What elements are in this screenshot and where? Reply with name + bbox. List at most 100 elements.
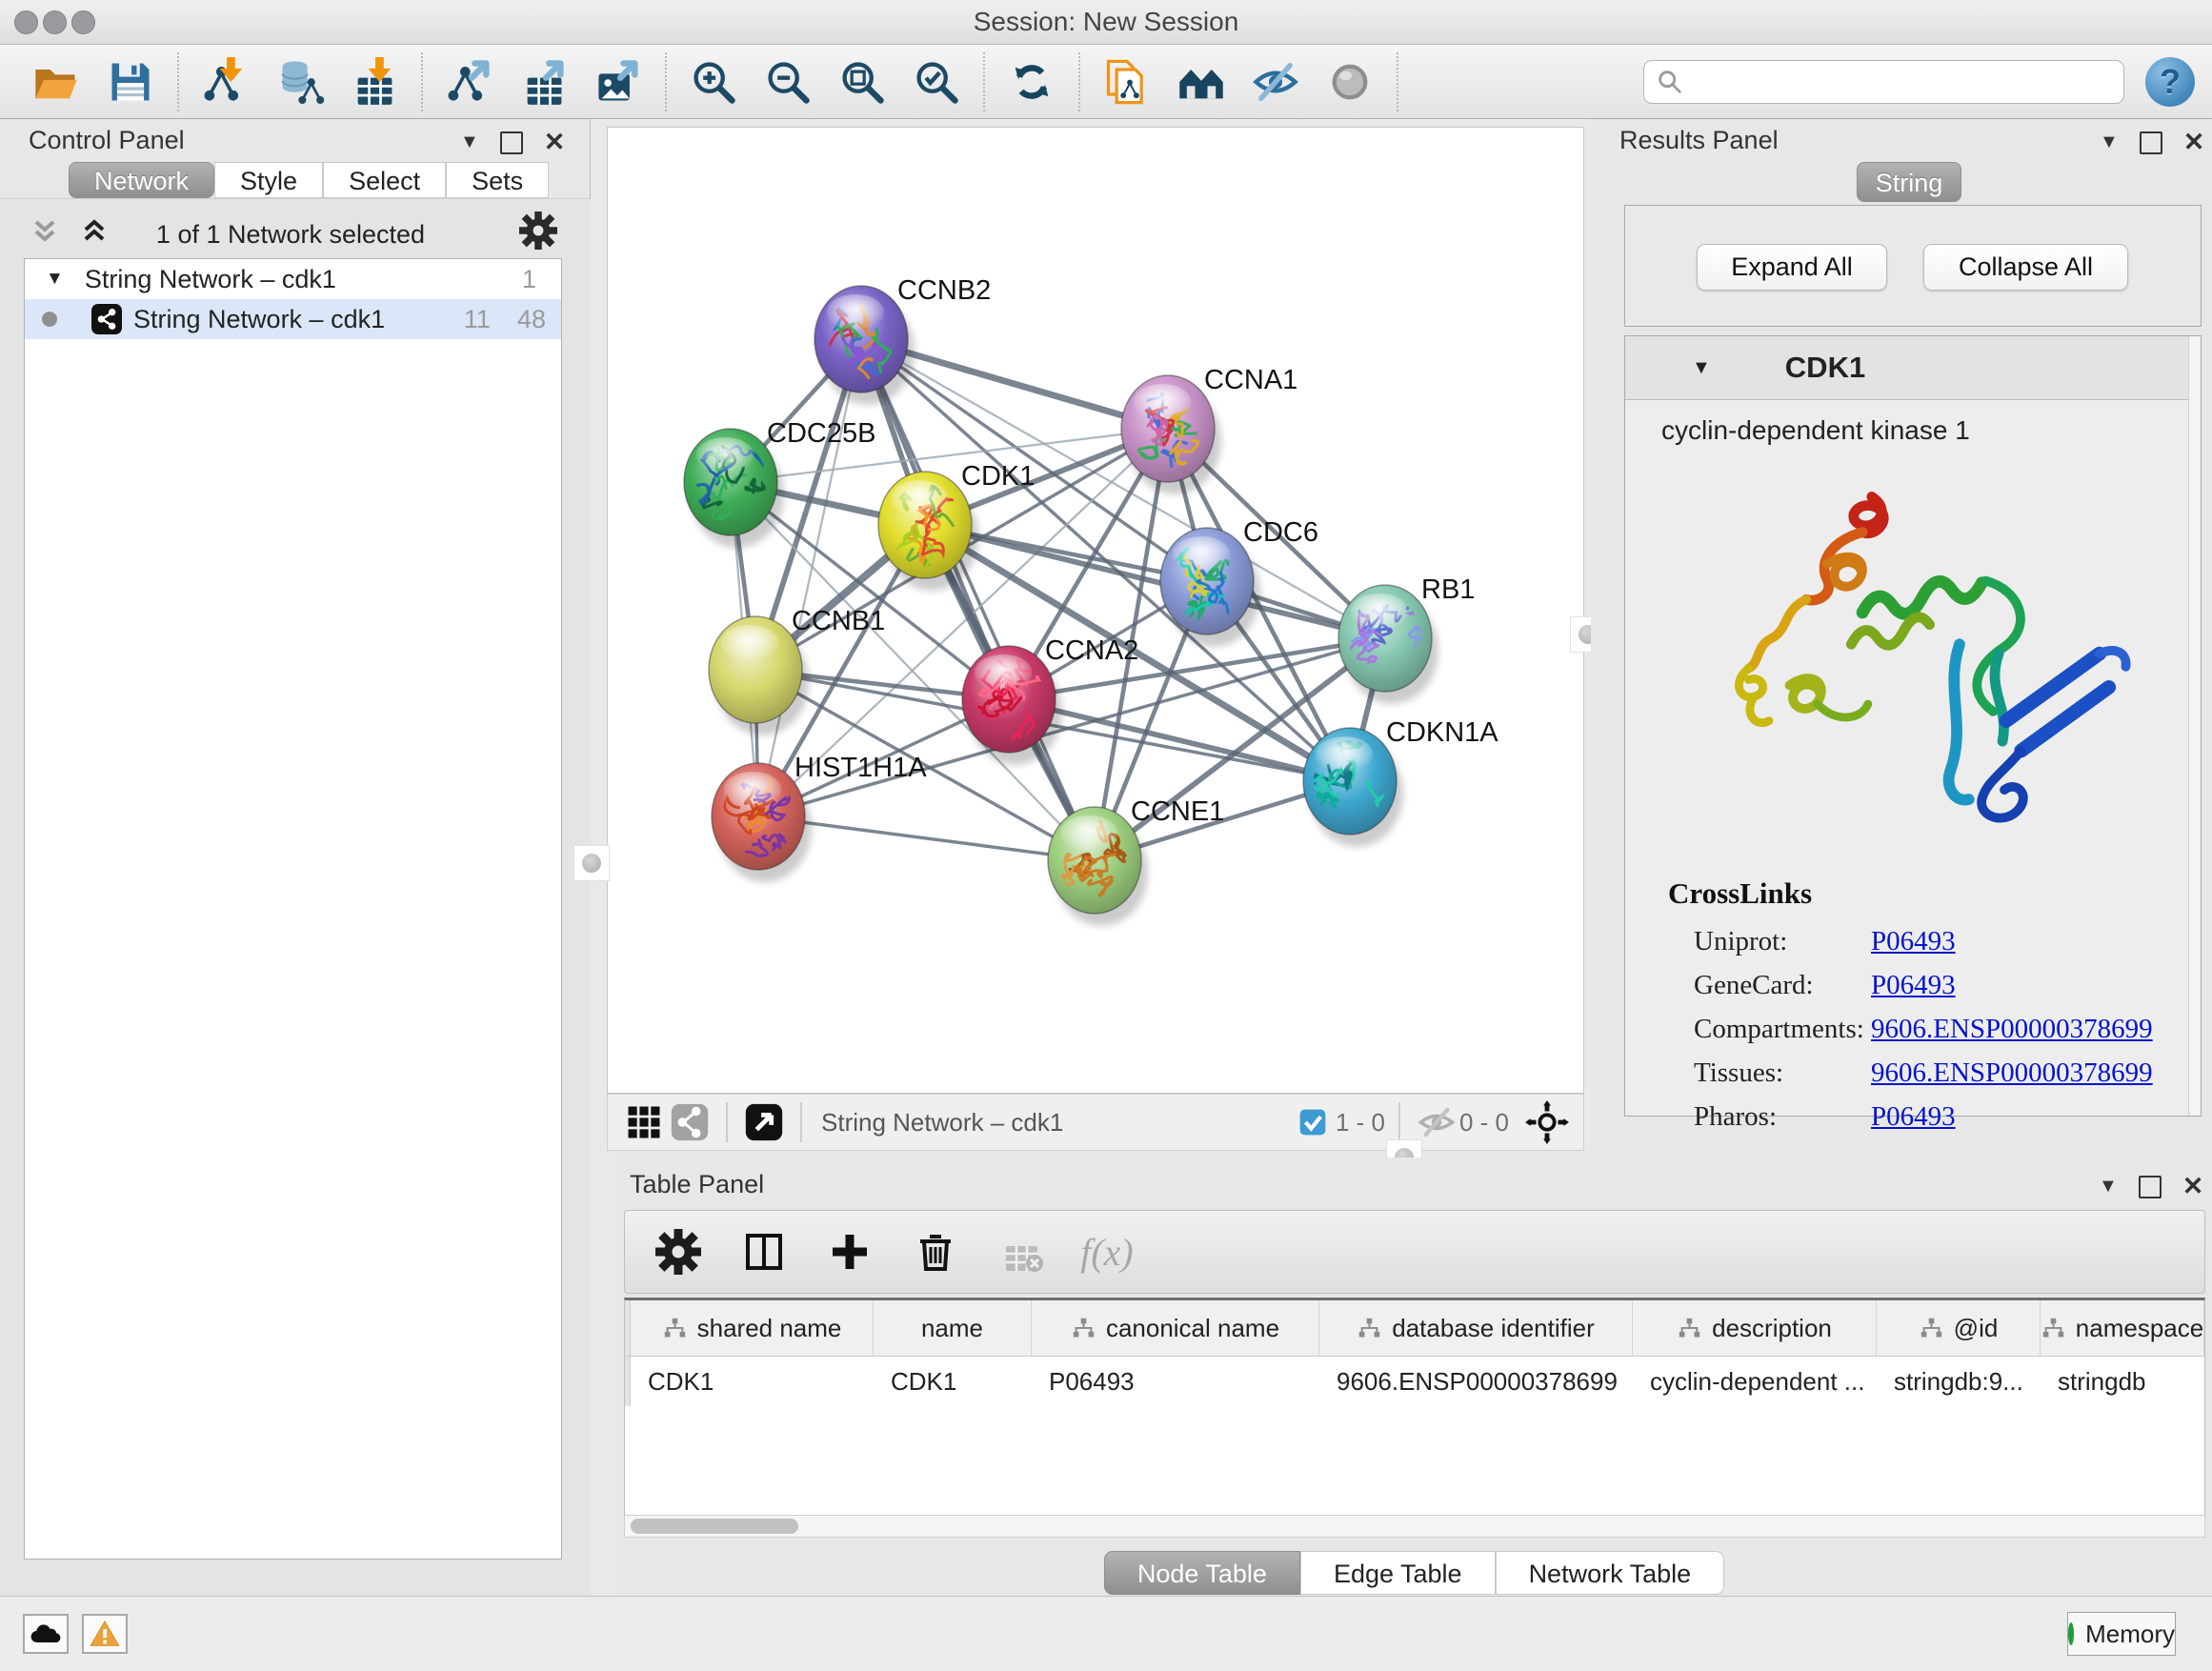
protein-accordion-header[interactable]: ▼ CDK1 <box>1625 336 2189 400</box>
crosslink-value-link[interactable]: P06493 <box>1871 926 1956 957</box>
tab-sets[interactable]: Sets <box>446 162 549 198</box>
table-cell[interactable]: stringdb:9... <box>1877 1367 2041 1397</box>
warning-status-button[interactable] <box>82 1614 128 1654</box>
import-network-from-database-button[interactable] <box>272 54 328 110</box>
table-hscroll-thumb[interactable] <box>631 1519 798 1534</box>
new-network-from-selection-button[interactable] <box>1099 54 1155 110</box>
export-network-button[interactable] <box>442 54 497 110</box>
zoom-in-button[interactable] <box>686 54 741 110</box>
results-panel: Results Panel ▼ ✕ String Expand All Coll… <box>1591 119 2212 1151</box>
float-panel-icon[interactable] <box>2139 1176 2162 1198</box>
expand-all-button[interactable]: Expand All <box>1697 244 1887 291</box>
crosslink-value-link[interactable]: 9606.ENSP00000378699 <box>1871 1014 2153 1045</box>
selected-items-checkbox-icon[interactable] <box>1290 1099 1336 1145</box>
network-overview-icon[interactable] <box>667 1099 713 1145</box>
hide-selection-button[interactable] <box>1248 54 1303 110</box>
table-row[interactable]: CDK1CDK1P064939606.ENSP00000378699cyclin… <box>625 1357 2204 1406</box>
results-scrollbar[interactable] <box>2188 336 2201 1116</box>
tab-node-table[interactable]: Node Table <box>1104 1551 1300 1595</box>
tab-select[interactable]: Select <box>323 162 446 198</box>
zoom-selected-button[interactable] <box>909 54 964 110</box>
export-table-button[interactable] <box>516 54 572 110</box>
collapse-panel-icon[interactable]: ▼ <box>460 131 479 153</box>
column-header-canonical-name[interactable]: canonical name <box>1032 1300 1319 1356</box>
close-panel-icon[interactable]: ✕ <box>2182 1172 2204 1201</box>
expand-all-networks-icon[interactable] <box>29 214 61 247</box>
close-panel-icon[interactable]: ✕ <box>544 128 566 157</box>
table-cell[interactable]: CDK1 <box>631 1367 874 1397</box>
collapse-all-button[interactable]: Collapse All <box>1923 244 2128 291</box>
tab-network-table[interactable]: Network Table <box>1496 1551 1725 1595</box>
node-CCNA1[interactable]: CCNA1 <box>1121 365 1297 494</box>
column-header-shared-name[interactable]: shared name <box>631 1300 874 1356</box>
zoom-out-button[interactable] <box>760 54 815 110</box>
left-splitter-grip[interactable] <box>573 845 610 881</box>
title-bar: Session: New Session <box>0 0 2212 45</box>
delete-columns-button[interactable] <box>909 1225 962 1278</box>
export-image-button[interactable] <box>591 54 646 110</box>
import-network-from-file-button[interactable] <box>198 54 253 110</box>
column-header-description[interactable]: description <box>1633 1300 1877 1356</box>
float-panel-icon[interactable] <box>2140 131 2162 154</box>
node-CDK1[interactable]: CDK1 <box>878 461 1035 591</box>
first-neighbors-button[interactable] <box>1174 54 1229 110</box>
node-RB1[interactable]: RB1 <box>1329 574 1476 704</box>
search-input[interactable] <box>1684 66 2098 97</box>
table-options-button[interactable] <box>652 1225 705 1278</box>
collapse-panel-icon[interactable]: ▼ <box>2100 131 2119 153</box>
close-panel-icon[interactable]: ✕ <box>2183 128 2205 157</box>
column-header-database-identifier[interactable]: database identifier <box>1319 1300 1633 1356</box>
collapse-panel-icon[interactable]: ▼ <box>2099 1176 2118 1198</box>
column-header-namespace[interactable]: namespace <box>2041 1300 2204 1356</box>
node-HIST1H1A[interactable]: HIST1H1A <box>712 749 927 882</box>
open-session-button[interactable] <box>29 54 84 110</box>
show-columns-button[interactable] <box>737 1225 791 1278</box>
show-all-button[interactable] <box>1322 54 1377 110</box>
detach-view-icon[interactable] <box>741 1099 787 1145</box>
node-CDKN1A[interactable]: CDKN1A <box>1297 717 1498 847</box>
pan-crosshair-icon[interactable] <box>1524 1099 1570 1145</box>
table-cell[interactable]: 9606.ENSP00000378699 <box>1319 1367 1633 1397</box>
collapse-all-networks-icon[interactable] <box>78 214 111 247</box>
tab-string[interactable]: String <box>1857 162 1961 202</box>
table-hscrollbar[interactable] <box>624 1515 2205 1538</box>
crosslink-value-link[interactable]: 9606.ENSP00000378699 <box>1871 1057 2153 1089</box>
node-CCNB2[interactable]: CCNB2 <box>807 275 991 405</box>
cloud-status-button[interactable] <box>23 1614 69 1654</box>
save-session-button[interactable] <box>103 54 158 110</box>
float-panel-icon[interactable] <box>500 131 523 154</box>
help-button[interactable]: ? <box>2145 57 2195 107</box>
show-grid-icon[interactable] <box>621 1099 667 1145</box>
tab-edge-table[interactable]: Edge Table <box>1300 1551 1496 1595</box>
hidden-items-eye-icon[interactable] <box>1414 1099 1459 1145</box>
tab-network[interactable]: Network <box>69 162 214 198</box>
node-CCNE1[interactable]: CCNE1 <box>1048 796 1224 926</box>
tree-expand-controls <box>29 214 111 247</box>
tab-style[interactable]: Style <box>214 162 323 198</box>
table-cell[interactable]: P06493 <box>1032 1367 1319 1397</box>
quick-search-box[interactable] <box>1643 60 2124 104</box>
network-row-selected[interactable]: String Network – cdk1 11 48 <box>25 299 561 339</box>
apply-layout-button[interactable] <box>1004 54 1059 110</box>
memory-button[interactable]: Memory <box>2067 1612 2176 1656</box>
table-cell[interactable]: cyclin-dependent ... <box>1633 1367 1877 1397</box>
column-label: namespace <box>2076 1314 2203 1343</box>
table-cell[interactable]: CDK1 <box>874 1367 1032 1397</box>
create-column-button[interactable] <box>823 1225 876 1278</box>
accordion-disclosure-icon[interactable]: ▼ <box>1692 357 1711 379</box>
column-header--id[interactable]: @id <box>1877 1300 2041 1356</box>
node-CCNB1[interactable]: CCNB1 <box>709 606 885 735</box>
import-table-from-file-button[interactable] <box>347 54 402 110</box>
crosslink-value-link[interactable]: P06493 <box>1871 1101 1956 1133</box>
network-collection-row[interactable]: ▼ String Network – cdk1 1 <box>25 259 561 299</box>
warning-icon <box>89 1620 121 1648</box>
network-options-gear-icon[interactable] <box>519 211 557 250</box>
edge-CCNB2-HIST1H1A[interactable] <box>758 339 861 816</box>
node-CDC6[interactable]: CDC6 <box>1160 517 1318 647</box>
collection-disclosure-icon[interactable]: ▼ <box>46 269 64 290</box>
network-canvas[interactable]: CCNB2 CCNA1 CDC25B CDK1 CDC6 <box>607 127 1584 1094</box>
table-cell[interactable]: stringdb <box>2041 1367 2204 1397</box>
crosslink-value-link[interactable]: P06493 <box>1871 970 1956 1001</box>
column-header-name[interactable]: name <box>874 1300 1032 1356</box>
zoom-fit-button[interactable] <box>835 54 890 110</box>
